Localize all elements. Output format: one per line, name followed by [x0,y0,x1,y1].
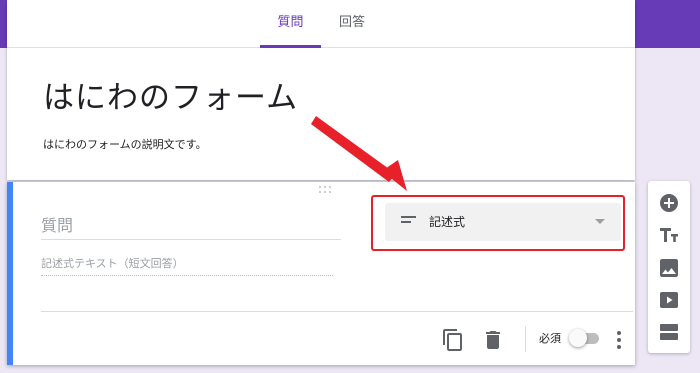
form-title[interactable]: はにわのフォーム [43,72,298,117]
form-description[interactable]: はにわのフォームの説明文です。 [43,136,207,152]
delete-icon[interactable] [481,328,505,352]
side-toolbar [648,181,690,353]
required-label: 必須 [539,332,561,345]
copy-icon[interactable] [441,328,465,352]
required-toggle[interactable] [569,329,599,347]
drag-handle-icon[interactable] [319,186,333,196]
add-video-icon[interactable] [657,288,681,312]
more-vert-icon[interactable] [607,328,631,352]
question-title-input[interactable] [41,212,341,240]
add-section-icon[interactable] [657,320,681,344]
add-title-icon[interactable] [657,223,681,247]
tab-questions[interactable]: 質問 [260,0,321,48]
question-footer: 必須 [13,312,635,365]
add-image-icon[interactable] [657,256,681,280]
toggle-knob [569,329,587,347]
answer-preview: 記述式テキスト（短文回答） [41,256,333,276]
tab-responses[interactable]: 回答 [325,0,379,48]
add-question-icon[interactable] [657,191,681,215]
type-highlight-box [371,195,625,251]
tab-bar: 質問 回答 [7,0,635,48]
divider [525,326,526,352]
form-header-card: 質問 回答 はにわのフォーム はにわのフォームの説明文です。 [7,0,635,180]
